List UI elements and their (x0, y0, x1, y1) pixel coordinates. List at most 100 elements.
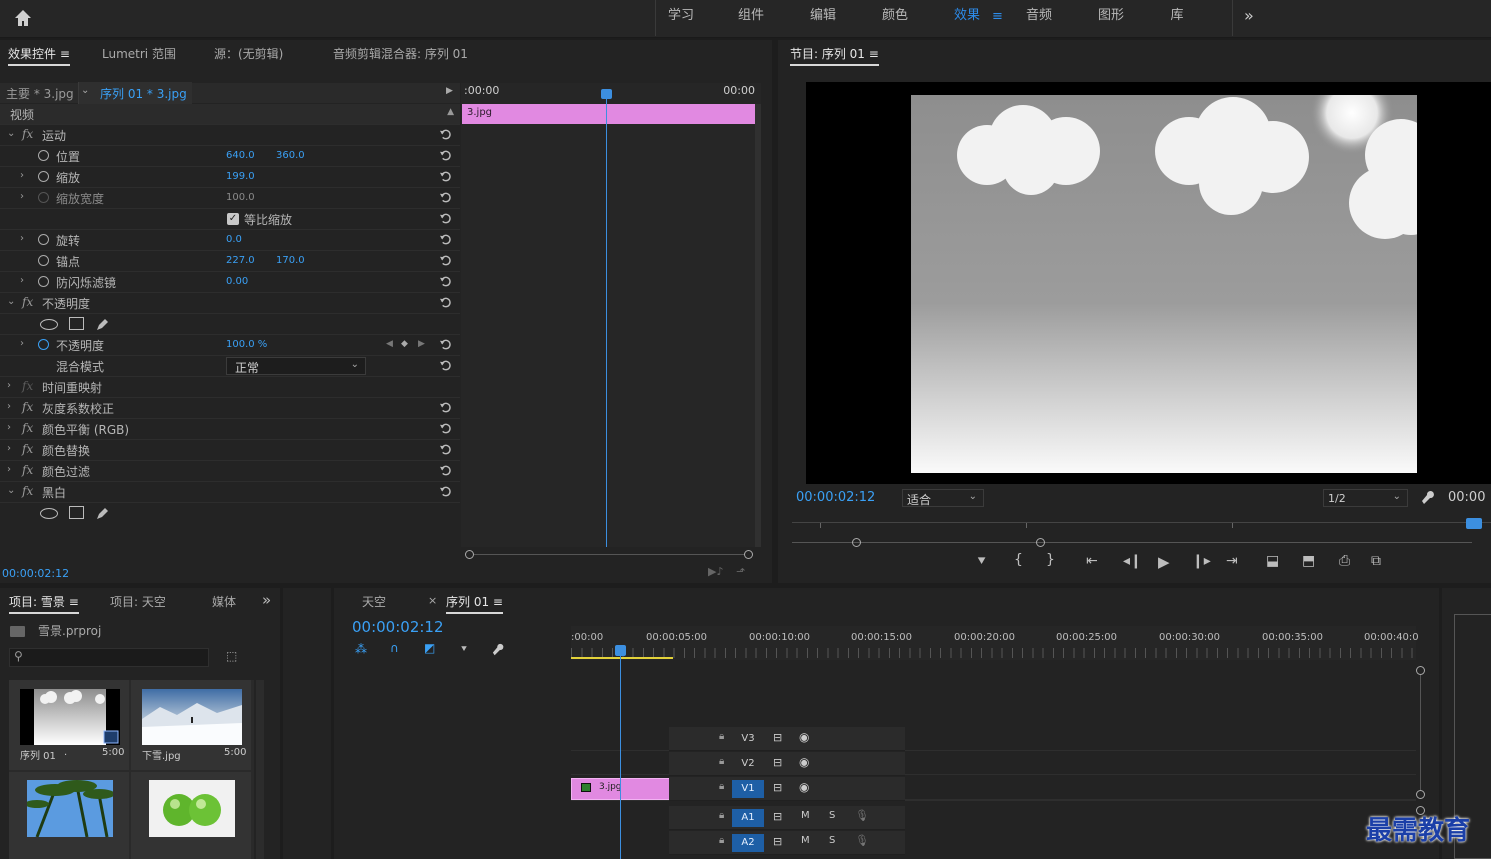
sequence-clip-label[interactable]: 序列 01 * 3.jpg (100, 85, 187, 102)
fx-icon[interactable]: fx (22, 400, 33, 414)
opacity-value[interactable]: 100.0 % (226, 339, 267, 350)
tab-source[interactable]: 源：(无剪辑) (214, 40, 283, 68)
position-x-value[interactable]: 640.0 (226, 150, 255, 161)
ec-timeline[interactable]: :00:00 00:00 3.jpg (461, 83, 761, 547)
stopwatch-icon[interactable] (38, 276, 49, 287)
stopwatch-icon[interactable] (38, 150, 49, 161)
microphone-icon[interactable]: 🎙︎ (855, 834, 869, 847)
stopwatch-icon[interactable] (38, 234, 49, 245)
workspace-effects[interactable]: 效果 (946, 0, 988, 36)
fit-select[interactable]: 适合 ⌄ (902, 489, 984, 507)
workspace-learn[interactable]: 学习 (660, 0, 702, 36)
mute-button[interactable]: M (801, 810, 810, 821)
anti-flicker-value[interactable]: 0.00 (226, 276, 248, 287)
project-search-input[interactable]: ⚲ (9, 648, 209, 667)
sync-lock-icon[interactable]: ⊟ (773, 731, 782, 744)
reset-icon[interactable] (439, 254, 452, 267)
pen-mask-icon[interactable] (95, 505, 111, 521)
fx-icon[interactable]: fx (22, 463, 33, 477)
mute-button[interactable]: M (801, 835, 810, 846)
program-ruler[interactable] (792, 512, 1491, 534)
sync-lock-icon[interactable]: ⊟ (773, 835, 782, 848)
panel-menu-icon[interactable]: ≡ (493, 595, 503, 609)
timeline-timecode[interactable]: 00:00:02:12 (352, 618, 444, 636)
tab-project-snow[interactable]: 项目: 雪景 ≡ (9, 588, 79, 616)
resolution-select[interactable]: 1/2 ⌄ (1323, 489, 1408, 507)
rectangle-mask-icon[interactable] (69, 317, 84, 330)
tab-effect-controls[interactable]: 效果控件 ≡ (8, 40, 70, 68)
ec-playhead[interactable] (601, 89, 612, 99)
workspace-audio[interactable]: 音频 (1018, 0, 1060, 36)
reset-icon[interactable] (439, 464, 452, 477)
tab-lumetri-scopes[interactable]: Lumetri 范围 (102, 40, 176, 68)
fx-icon[interactable]: fx (22, 295, 33, 309)
go-to-in-icon[interactable]: ⇤ (1086, 553, 1098, 569)
panel-menu-icon[interactable]: ≡ (869, 47, 879, 61)
go-to-out-icon[interactable]: ⇥ (1226, 553, 1238, 569)
program-zoom-scrollbar[interactable] (792, 538, 1472, 547)
scroll-up-icon[interactable]: ▲ (447, 107, 454, 117)
sync-lock-icon[interactable]: ⊟ (773, 810, 782, 823)
play-audio-icon[interactable]: ▶♪ (708, 565, 723, 578)
tab-program[interactable]: 节目: 序列 01 ≡ (790, 40, 879, 68)
new-bin-icon[interactable]: ⬚ (226, 649, 237, 663)
reset-icon[interactable] (439, 170, 452, 183)
sync-lock-icon[interactable]: ⊟ (773, 756, 782, 769)
insert-nest-icon[interactable]: ◩ (424, 641, 435, 655)
chevron-down-icon[interactable]: ⌄ (81, 85, 89, 96)
reset-icon[interactable] (439, 485, 452, 498)
play-icon[interactable]: ▶ (1158, 553, 1170, 571)
workspace-menu-icon[interactable]: ≡ (992, 9, 1003, 24)
reset-icon[interactable] (439, 401, 452, 414)
export-frame-icon[interactable]: ⬏ (736, 565, 745, 578)
reset-icon[interactable] (439, 275, 452, 288)
effect-gamma-correction[interactable]: › fx 灰度系数校正 (0, 398, 460, 419)
ec-scrollbar[interactable] (755, 104, 761, 547)
program-playhead[interactable] (1466, 518, 1482, 529)
next-keyframe-icon[interactable]: ▶ (418, 339, 425, 349)
lock-icon[interactable]: 🔒︎ (719, 731, 724, 742)
chevron-right-icon[interactable]: › (20, 338, 24, 349)
ec-clip-bar[interactable]: 3.jpg (462, 104, 755, 124)
workspace-editing[interactable]: 编辑 (802, 0, 844, 36)
workspace-assembly[interactable]: 组件 (730, 0, 772, 36)
anchor-y-value[interactable]: 170.0 (276, 255, 305, 266)
stopwatch-icon[interactable] (38, 255, 49, 266)
master-clip-label[interactable]: 主要 * 3.jpg (6, 85, 74, 102)
project-scrollbar[interactable] (256, 680, 264, 859)
timeline-ruler[interactable]: :00:00 00:00:05:00 00:00:10:00 00:00:15:… (571, 626, 1419, 660)
microphone-icon[interactable]: 🎙︎ (855, 809, 869, 822)
sync-lock-icon[interactable]: ⊟ (773, 781, 782, 794)
timeline-playhead[interactable] (615, 645, 626, 656)
timeline-clip[interactable]: 3.jpg (571, 778, 671, 800)
reset-icon[interactable] (439, 212, 452, 225)
timeline-vscroll-bottom[interactable] (1416, 790, 1425, 799)
uniform-scale-checkbox[interactable]: ✓ (227, 213, 239, 225)
eye-icon[interactable]: ◉ (799, 755, 809, 769)
linked-selection-icon[interactable]: ∩ (390, 641, 399, 655)
reset-icon[interactable] (439, 128, 452, 141)
panel-menu-icon[interactable]: ≡ (69, 595, 79, 609)
lock-icon[interactable]: 🔒︎ (719, 835, 724, 846)
tab-media[interactable]: 媒体 (212, 588, 236, 616)
lock-icon[interactable]: 🔒︎ (719, 756, 724, 767)
chevron-right-icon[interactable]: › (20, 170, 24, 181)
solo-button[interactable]: S (829, 835, 835, 846)
lock-icon[interactable]: 🔒︎ (719, 810, 724, 821)
add-keyframe-icon[interactable]: ◆ (401, 339, 408, 349)
tab-timeline-sky[interactable]: 天空 (362, 588, 386, 616)
work-area-bar[interactable] (571, 657, 673, 659)
chevron-right-icon[interactable]: › (7, 401, 11, 412)
project-item[interactable]: 序列 01 . 5:00 (9, 680, 129, 770)
chevron-right-icon[interactable]: › (20, 275, 24, 286)
effect-time-remapping[interactable]: › fx 时间重映射 (0, 377, 460, 398)
scale-value[interactable]: 199.0 (226, 171, 255, 182)
effect-opacity[interactable]: ⌄ fx 不透明度 (0, 293, 460, 314)
wrench-icon[interactable] (1421, 490, 1437, 506)
tab-project-sky[interactable]: 项目: 天空 (110, 588, 166, 616)
fx-icon[interactable]: fx (22, 421, 33, 435)
chevron-right-icon[interactable]: › (20, 233, 24, 244)
reset-icon[interactable] (439, 191, 452, 204)
lift-icon[interactable]: ⬓ (1266, 553, 1279, 569)
comparison-view-icon[interactable]: ⧉ (1371, 553, 1381, 569)
